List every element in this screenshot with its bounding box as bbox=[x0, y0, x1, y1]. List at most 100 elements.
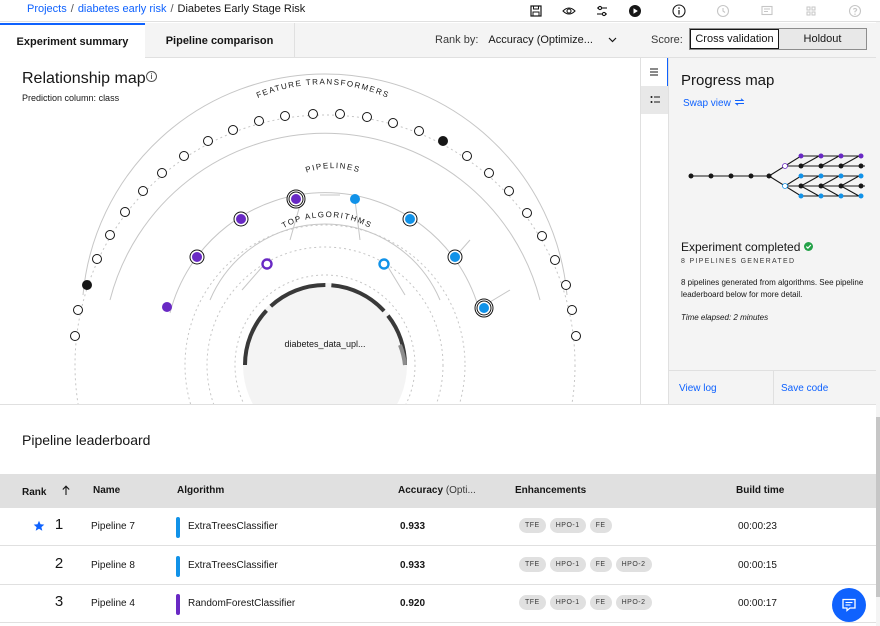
tab-pipeline-comparison[interactable]: Pipeline comparison bbox=[145, 23, 295, 58]
transformer-node[interactable] bbox=[550, 255, 560, 265]
pipeline-node[interactable] bbox=[162, 302, 172, 312]
history-icon[interactable] bbox=[715, 3, 731, 19]
dataset-node[interactable]: diabetes_data_upl... bbox=[243, 283, 407, 404]
accuracy-value: 0.933 bbox=[400, 559, 426, 571]
enhancement-tag: HPO-1 bbox=[549, 595, 586, 610]
transformer-node[interactable] bbox=[228, 125, 238, 135]
transformer-node[interactable] bbox=[280, 111, 290, 121]
transformer-node[interactable] bbox=[504, 186, 514, 196]
enhancement-tag: HPO-2 bbox=[615, 556, 652, 572]
transformer-node[interactable] bbox=[120, 207, 130, 217]
breadcrumb-project-link[interactable]: diabetes early risk bbox=[78, 3, 167, 15]
pipeline-node[interactable] bbox=[450, 252, 460, 262]
transformer-node[interactable] bbox=[522, 208, 532, 218]
build-time-value: 00:00:17 bbox=[738, 598, 777, 609]
top-bar: Projects / diabetes early risk / Diabetes Ea… bbox=[0, 0, 880, 22]
chat-button[interactable] bbox=[832, 588, 866, 622]
dataset-label: diabetes_data_upl... bbox=[284, 339, 365, 349]
list-view-button[interactable] bbox=[641, 58, 669, 86]
rank-value: 2 bbox=[54, 554, 64, 572]
enhancement-tags: TFE HPO-1 FE HPO-2 bbox=[519, 556, 652, 572]
transformer-node[interactable] bbox=[138, 186, 148, 196]
checkmark-filled-icon bbox=[803, 242, 813, 251]
transformer-node[interactable] bbox=[105, 230, 115, 240]
transformer-node[interactable] bbox=[308, 109, 318, 119]
transformer-node[interactable] bbox=[484, 168, 494, 178]
save-code-link[interactable]: Save code bbox=[781, 383, 828, 394]
transformer-node[interactable] bbox=[571, 331, 581, 341]
column-header-accuracy[interactable]: Accuracy (Opti... bbox=[398, 485, 476, 496]
transformer-node[interactable] bbox=[567, 305, 577, 315]
pipeline-node[interactable] bbox=[236, 214, 246, 224]
notes-icon[interactable] bbox=[759, 3, 775, 19]
algorithm-name: ExtraTreesClassifier bbox=[188, 559, 278, 571]
algorithm-color-bar bbox=[176, 594, 180, 615]
breadcrumb-projects-link[interactable]: Projects bbox=[27, 3, 67, 15]
rank-value: 1 bbox=[54, 516, 64, 533]
column-header-rank[interactable]: Rank bbox=[22, 485, 71, 498]
breadcrumb-separator: / bbox=[170, 3, 174, 15]
transformer-node[interactable] bbox=[414, 126, 424, 136]
relationship-map-canvas: FEATURE TRANSFORMERS PIPELINES TOP ALGOR… bbox=[70, 73, 581, 404]
info-icon[interactable] bbox=[671, 3, 687, 19]
transformer-node[interactable] bbox=[92, 254, 102, 264]
scrollbar-thumb[interactable] bbox=[876, 417, 880, 597]
transformer-node[interactable] bbox=[157, 168, 167, 178]
tab-experiment-summary[interactable]: Experiment summary bbox=[0, 23, 145, 58]
column-header-accuracy-label: Accuracy bbox=[398, 485, 444, 496]
pipeline-name[interactable]: Pipeline 4 bbox=[91, 598, 135, 609]
rank-by-label: Rank by: bbox=[435, 34, 479, 46]
progress-map-title: Progress map bbox=[681, 72, 775, 89]
transformer-node[interactable] bbox=[179, 151, 189, 161]
pipeline-node[interactable] bbox=[350, 194, 360, 204]
save-icon[interactable] bbox=[528, 3, 544, 19]
column-header-build-time[interactable]: Build time bbox=[736, 485, 784, 496]
column-header-algorithm[interactable]: Algorithm bbox=[177, 485, 224, 496]
experiment-status: Experiment completed bbox=[681, 240, 813, 254]
help-icon[interactable] bbox=[847, 3, 863, 19]
pipeline-node[interactable] bbox=[192, 252, 202, 262]
algorithm-node-random-forest[interactable] bbox=[261, 258, 273, 270]
scrollbar[interactable] bbox=[876, 22, 880, 626]
leaderboard-header: Rank Name Algorithm Accuracy (Opti... En… bbox=[0, 474, 876, 508]
rank-by-dropdown[interactable]: Rank by: Accuracy (Optimize... bbox=[435, 34, 617, 46]
pipeline-node[interactable] bbox=[291, 194, 301, 204]
transformer-node[interactable] bbox=[362, 112, 372, 122]
transformer-node[interactable] bbox=[438, 136, 448, 146]
rank-by-value: Accuracy (Optimize... bbox=[488, 34, 593, 46]
column-header-accuracy-sub: (Opti... bbox=[445, 485, 476, 496]
accuracy-value: 0.933 bbox=[400, 521, 426, 532]
settings-icon[interactable] bbox=[594, 3, 610, 19]
view-log-link[interactable]: View log bbox=[679, 383, 717, 394]
code-icon[interactable] bbox=[803, 3, 819, 19]
swap-icon bbox=[734, 98, 744, 106]
holdout-button[interactable]: Holdout bbox=[779, 29, 866, 49]
transformer-node[interactable] bbox=[82, 280, 92, 290]
transformer-node[interactable] bbox=[203, 136, 213, 146]
pipeline-name[interactable]: Pipeline 7 bbox=[91, 521, 135, 532]
transformer-node[interactable] bbox=[561, 280, 571, 290]
enhancement-tag: TFE bbox=[519, 518, 546, 533]
details-view-button[interactable] bbox=[641, 86, 669, 114]
run-icon[interactable] bbox=[627, 3, 643, 19]
table-row[interactable]: 3 Pipeline 4 RandomForestClassifier 0.920 TF… bbox=[0, 585, 876, 623]
pipeline-node[interactable] bbox=[405, 214, 415, 224]
pipeline-name[interactable]: Pipeline 8 bbox=[91, 560, 135, 571]
transformer-node[interactable] bbox=[462, 151, 472, 161]
column-header-enhancements[interactable]: Enhancements bbox=[515, 485, 586, 496]
transformer-node[interactable] bbox=[73, 305, 83, 315]
cross-validation-button[interactable]: Cross validation bbox=[690, 29, 779, 49]
pipeline-node[interactable] bbox=[479, 303, 489, 313]
algorithm-nodes bbox=[261, 258, 390, 270]
algorithm-node-extra-trees[interactable] bbox=[378, 258, 390, 270]
swap-view-link[interactable]: Swap view bbox=[683, 98, 745, 109]
table-row[interactable]: 2 Pipeline 8 ExtraTreesClassifier 0.933 TFE H… bbox=[0, 546, 876, 585]
transformer-node[interactable] bbox=[335, 109, 345, 119]
transformer-node[interactable] bbox=[254, 116, 264, 126]
column-header-name[interactable]: Name bbox=[93, 485, 120, 496]
table-row[interactable]: 1 Pipeline 7 ExtraTreesClassifier 0.933 TFE H… bbox=[0, 508, 876, 546]
transformer-node[interactable] bbox=[388, 118, 398, 128]
view-icon[interactable] bbox=[561, 3, 577, 19]
transformer-node[interactable] bbox=[70, 331, 80, 341]
transformer-node[interactable] bbox=[537, 231, 547, 241]
